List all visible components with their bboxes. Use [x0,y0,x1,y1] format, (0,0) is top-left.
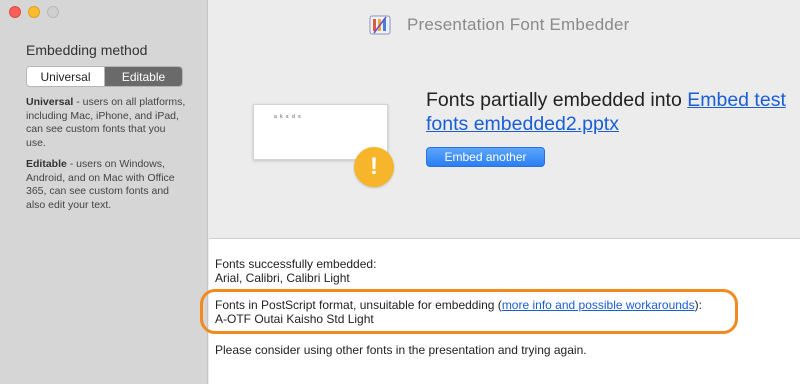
title-bar: Presentation Font Embedder [369,14,630,36]
app-title: Presentation Font Embedder [407,15,630,34]
footer-note: Please consider using other fonts in the… [215,343,587,357]
postscript-fonts-list: A-OTF Outai Kaisho Std Light [215,312,374,326]
status-prefix: Fonts partially embedded into [426,89,688,111]
universal-description-title: Universal [26,96,74,108]
presentation-embedder-icon [369,15,391,35]
more-info-link[interactable]: more info and possible workarounds [502,298,695,312]
window-controls [9,6,66,18]
embedding-method-label: Embedding method [26,42,148,58]
postscript-heading-suffix: ): [694,298,702,312]
embedding-method-selector: Universal Editable [26,66,183,87]
results-panel: Fonts successfully embedded: Arial, Cali… [209,238,800,384]
embedded-fonts-list: Arial, Calibri, Calibri Light [215,271,350,285]
app-window: Embedding method Universal Editable Univ… [0,0,800,384]
segment-editable[interactable]: Editable [105,67,182,86]
universal-description: Universal - users on all platforms, incl… [26,96,186,150]
warning-icon: ! [354,147,394,187]
editable-description-title: Editable [26,158,67,170]
editable-description: Editable - users on Windows, Android, an… [26,158,186,212]
sidebar: Embedding method Universal Editable Univ… [0,0,208,384]
segment-universal[interactable]: Universal [27,67,105,86]
minimize-window-button[interactable] [28,6,40,18]
postscript-fonts-heading: Fonts in PostScript format, unsuitable f… [215,298,702,312]
embedded-fonts-heading: Fonts successfully embedded: [215,257,377,271]
zoom-window-button[interactable] [47,6,59,18]
main-status-area: Presentation Font Embedder a k s d s ! F… [209,0,800,238]
close-window-button[interactable] [9,6,21,18]
postscript-heading-prefix: Fonts in PostScript format, unsuitable f… [215,298,502,312]
embed-another-button[interactable]: Embed another [426,147,545,167]
status-heading: Fonts partially embedded into Embed test… [426,88,786,136]
slide-preview-text: a k s d s [274,114,302,120]
